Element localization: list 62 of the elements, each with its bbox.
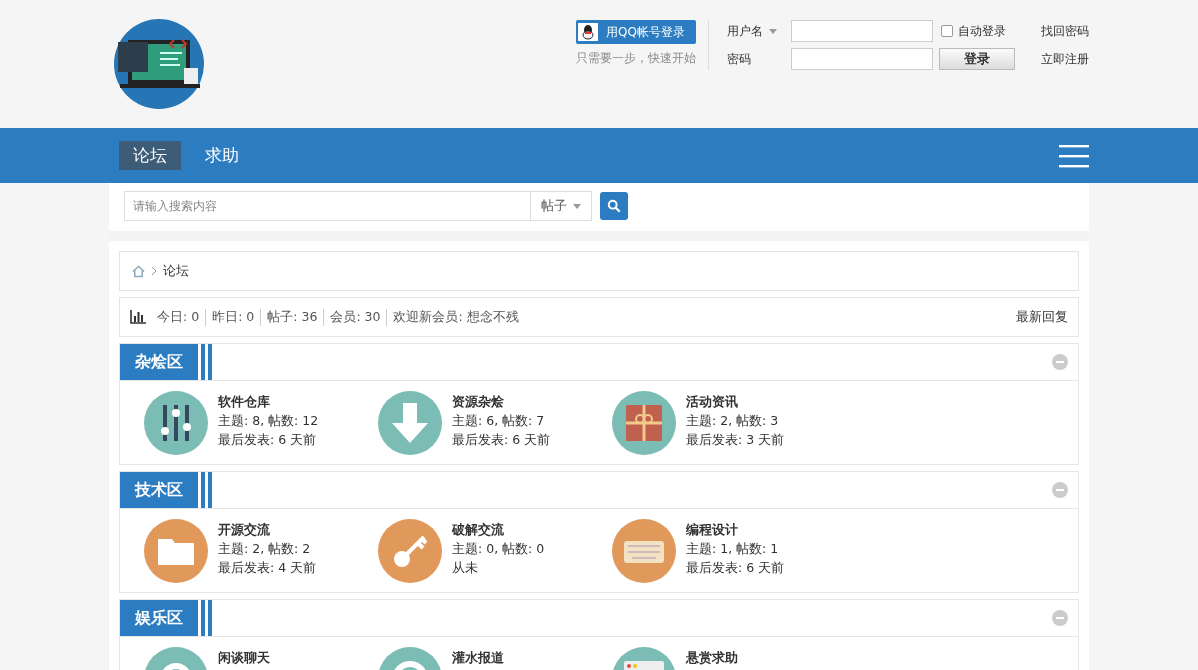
collapse-icon[interactable] [1052,482,1068,498]
section-title: 娱乐区 [120,600,198,636]
download-icon[interactable] [378,391,442,455]
search-button[interactable] [600,192,628,220]
forum-stats: 主题: 2, 帖数: 2 [218,541,312,558]
forum-name[interactable]: 破解交流 [452,521,545,539]
menu-icon[interactable] [1059,143,1089,168]
last-post-text: 最后发表: 4 天前 [218,560,317,577]
password-field[interactable] [791,48,933,70]
forum-stats: 主题: 2, 帖数: 3 [686,413,780,430]
last-post-text: 最后发表: 6 天前 [218,432,318,449]
stat-text: 昨日: 0 [205,308,261,326]
nav-tab[interactable]: 求助 [191,141,253,170]
forum-name[interactable]: 闲谈聊天 [218,649,270,667]
collapse-icon[interactable] [1052,354,1068,370]
sliders-icon[interactable] [144,391,208,455]
latest-replies-link[interactable]: 最新回复 [1016,308,1068,326]
last-post-text: 最后发表: 6 天前 [686,560,785,577]
forum-stats: 主题: 0, 帖数: 0 [452,541,545,558]
forum-name[interactable]: 悬赏求助 [686,649,738,667]
forum-stats: 主题: 8, 帖数: 12 [218,413,319,430]
stat-text: 今日: 0 [156,308,201,326]
password-label: 密码 [726,50,752,68]
search-icon [607,199,621,213]
penguin-icon [578,23,598,41]
forum-name[interactable]: 资源杂烩 [452,393,551,411]
key-icon[interactable] [378,519,442,583]
stat-text: 帖子: 36 [260,308,324,326]
forum-name[interactable]: 软件仓库 [218,393,319,411]
home-icon[interactable] [132,264,145,278]
last-post-text: 从未 [452,560,479,577]
hint-text: 只需要一步，快速开始 [576,50,696,67]
gift-icon[interactable] [612,391,676,455]
login-button[interactable]: 登录 [939,48,1015,70]
stat-text: 会员: 30 [323,308,387,326]
section-title: 杂烩区 [120,344,198,380]
keyboard-icon[interactable] [612,519,676,583]
auto-login-checkbox[interactable]: 自动登录 [939,22,1025,40]
collapse-icon[interactable] [1052,610,1068,626]
breadcrumb-link[interactable]: 论坛 [163,262,189,280]
search-field[interactable]: 请输入搜索内容 帖子 [124,191,592,221]
forum-name[interactable]: 开源交流 [218,521,317,539]
folder-icon[interactable] [144,519,208,583]
username-label[interactable]: 用户名 [721,22,787,40]
register-link[interactable]: 立即注册 [1029,50,1089,68]
laptop-logo-drawing[interactable] [114,18,204,110]
nav-tab[interactable]: 论坛 [119,141,181,170]
forum-name[interactable]: 灌水报道 [452,649,504,667]
scope-dropdown[interactable]: 帖子 [531,192,591,220]
last-post-text: 最后发表: 3 天前 [686,432,785,449]
username-field[interactable] [791,20,933,42]
bar-chart-icon [130,310,146,324]
forgot-password-link[interactable]: 找回密码 [1029,22,1089,40]
section-title: 技术区 [120,472,198,508]
forum-name[interactable]: 活动资讯 [686,393,785,411]
stat-text: 欢迎新会员: 想念不残 [386,308,525,326]
last-post-text: 最后发表: 6 天前 [452,432,551,449]
forum-stats: 主题: 6, 帖数: 7 [452,413,546,430]
forum-name[interactable]: 编程设计 [686,521,785,539]
forum-stats: 主题: 1, 帖数: 1 [686,541,780,558]
qq-login-button[interactable]: 用QQ帐号登录 [576,20,696,44]
chevron-icon [151,266,157,276]
